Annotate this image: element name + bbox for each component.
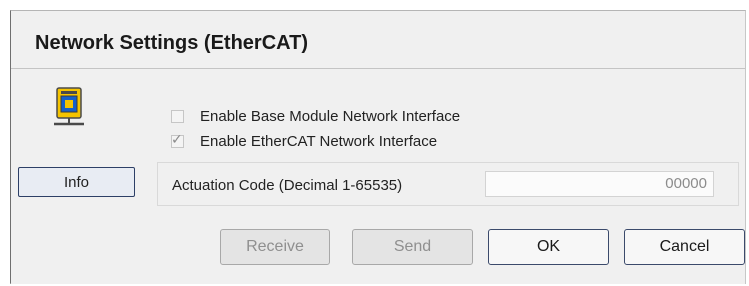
dialog-body: Enable Base Module Network Interface ✓ E…	[11, 69, 745, 284]
receive-button[interactable]: Receive	[220, 229, 330, 265]
ethercat-checkbox-label: Enable EtherCAT Network Interface	[200, 132, 438, 150]
send-button[interactable]: Send	[352, 229, 473, 265]
ok-button[interactable]: OK	[488, 229, 609, 265]
actuation-code-label: Actuation Code (Decimal 1-65535)	[172, 177, 403, 194]
actuation-code-input[interactable]: 00000	[485, 171, 714, 197]
base-module-checkbox-label: Enable Base Module Network Interface	[200, 107, 461, 125]
checkmark-icon: ✓	[171, 130, 183, 147]
actuation-code-group: Actuation Code (Decimal 1-65535) 00000	[157, 162, 739, 206]
checkbox-row-ethercat[interactable]: ✓ Enable EtherCAT Network Interface	[171, 131, 437, 151]
dialog-title: Network Settings (EtherCAT)	[35, 32, 308, 54]
network-device-icon	[54, 87, 84, 126]
ethercat-checkbox[interactable]: ✓	[171, 130, 184, 148]
dialog-title-bar: Network Settings (EtherCAT)	[11, 11, 745, 69]
checkbox-row-base-module[interactable]: Enable Base Module Network Interface	[171, 106, 460, 126]
network-settings-dialog: Network Settings (EtherCAT) Enable Base …	[10, 10, 746, 284]
cancel-button[interactable]: Cancel	[624, 229, 745, 265]
info-button[interactable]: Info	[18, 167, 135, 197]
base-module-checkbox[interactable]	[171, 109, 184, 123]
